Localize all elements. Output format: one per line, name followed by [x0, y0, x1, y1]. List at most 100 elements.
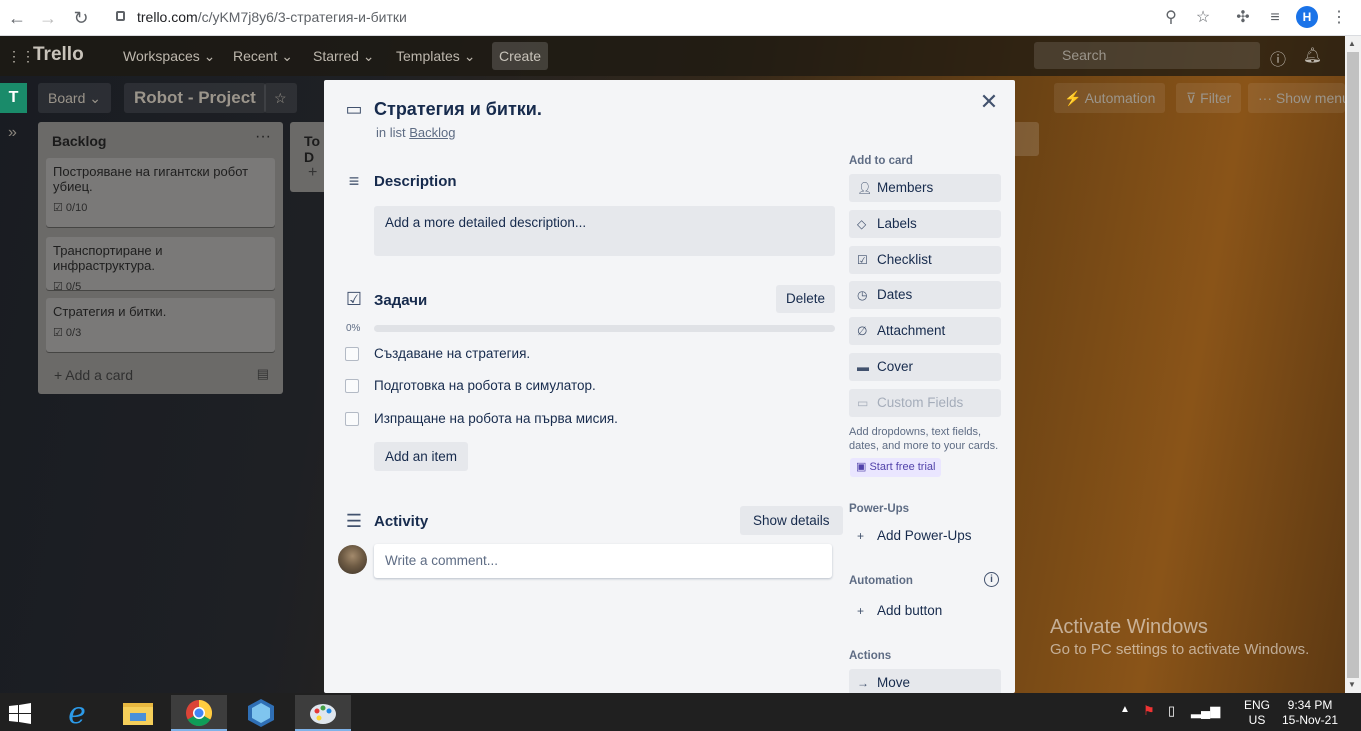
description-input[interactable]: Add a more detailed description... — [374, 206, 835, 256]
checklist-item-text[interactable]: Изпращане на робота на първа мисия. — [374, 411, 618, 426]
show-menu-button[interactable]: ··· Show menu — [1248, 83, 1345, 113]
board-view-switcher[interactable]: Board ⌄ — [38, 83, 111, 113]
show-details-button[interactable]: Show details — [740, 506, 843, 535]
bookmark-star-icon[interactable]: ☆ — [1192, 7, 1214, 29]
show-hidden-icons-icon[interactable]: ▲ — [1120, 704, 1130, 715]
start-free-trial-button[interactable]: ▣ Start free trial — [850, 458, 942, 477]
list-title[interactable]: Backlog — [52, 133, 106, 149]
attachment-button[interactable]: ∅ Attachment — [849, 317, 1001, 345]
checklist-button[interactable]: ☑ Checklist — [849, 246, 1001, 274]
dates-button[interactable]: ◷ Dates — [849, 281, 1001, 309]
menu-workspaces[interactable]: Workspaces ⌄ — [123, 48, 215, 65]
language-indicator[interactable]: ENG US — [1243, 698, 1271, 728]
custom-fields-button[interactable]: ▭ Custom Fields — [849, 389, 1001, 417]
activate-windows-watermark: Activate Windows Go to PC settings to ac… — [1050, 616, 1309, 658]
card-title[interactable]: Стратегия и битки. — [374, 99, 542, 120]
checklist-progress-percent: 0% — [346, 323, 361, 334]
cover-icon: ▬ — [857, 360, 869, 374]
lock-icon — [116, 11, 125, 21]
checklist-checkbox[interactable] — [345, 347, 359, 361]
reading-list-icon[interactable]: ≡ — [1264, 7, 1286, 29]
list-card[interactable]: Построяване на гигантски робот убиец. ☑ … — [46, 158, 275, 227]
chrome-icon[interactable] — [171, 695, 227, 731]
plus-icon: + — [857, 529, 865, 543]
workspace-badge[interactable]: T — [0, 83, 27, 113]
board-name[interactable]: Robot - Project — [124, 83, 266, 113]
card-detail-modal: ▭ Стратегия и битки. in list Backlog ✕ ≡… — [324, 80, 1015, 693]
checklist-item-text[interactable]: Създаване на стратегия. — [374, 346, 530, 361]
checklist-heading[interactable]: Задачи — [374, 292, 427, 309]
expand-sidebar-icon[interactable]: » — [8, 124, 17, 142]
url-path: /c/yKM7j8y6/3-стратегия-и-битки — [197, 9, 407, 25]
move-button[interactable]: → Move — [849, 669, 1001, 693]
file-explorer-icon[interactable] — [110, 695, 166, 731]
list-link[interactable]: Backlog — [409, 125, 455, 140]
list-card[interactable]: Стратегия и битки. ☑ 0/3 — [46, 298, 275, 352]
profile-avatar[interactable]: H — [1296, 6, 1318, 28]
comment-input[interactable]: Write a comment... — [374, 544, 832, 578]
powerups-heading: Power-Ups — [849, 503, 910, 515]
menu-recent[interactable]: Recent ⌄ — [233, 48, 293, 65]
info-icon[interactable]: ⓘ — [1270, 46, 1286, 70]
browser-menu-icon[interactable]: ⋮ — [1328, 7, 1350, 29]
notifications-bell-icon[interactable]: 🔔︎ — [1303, 46, 1322, 64]
menu-templates[interactable]: Templates ⌄ — [396, 48, 475, 65]
members-button[interactable]: 👤︎ Members — [849, 174, 1001, 202]
trello-logo[interactable]: Trello — [33, 44, 84, 66]
apps-grid-icon[interactable]: ⋮⋮ — [7, 48, 35, 65]
filter-button[interactable]: ⊽ Filter — [1176, 83, 1242, 113]
add-card-plus-icon[interactable]: + — [308, 164, 317, 182]
add-to-card-heading: Add to card — [849, 155, 913, 167]
search-input[interactable]: Search — [1034, 42, 1260, 69]
list-card[interactable]: Транспортиране и инфраструктура. ☑ 0/5 — [46, 237, 275, 293]
address-bar[interactable]: trello.com/c/yKM7j8y6/3-стратегия-и-битк… — [137, 9, 407, 25]
scrollbar-thumb[interactable] — [1347, 52, 1359, 678]
checklist-progress-bar — [374, 325, 835, 332]
create-button[interactable]: Create — [492, 42, 548, 70]
card-template-icon[interactable]: ▤ — [257, 366, 269, 382]
add-checklist-item-button[interactable]: Add an item — [374, 442, 469, 471]
action-center-flag-icon[interactable]: ⚑ — [1143, 703, 1155, 719]
in-list-label: in list Backlog — [376, 125, 456, 140]
internet-explorer-icon[interactable]: e — [49, 695, 105, 731]
add-card-button[interactable]: + Add a card — [54, 367, 133, 383]
cover-button[interactable]: ▬ Cover — [849, 353, 1001, 381]
menu-starred[interactable]: Starred ⌄ — [313, 48, 375, 65]
custom-fields-icon: ▭ — [857, 396, 869, 410]
volume-icon[interactable]: 🔈︎ — [1215, 703, 1223, 719]
scroll-up-arrow-icon[interactable]: ▲ — [1348, 39, 1356, 48]
url-host: trello.com — [137, 9, 198, 25]
windows-start-icon[interactable] — [0, 695, 40, 731]
delete-checklist-button[interactable]: Delete — [776, 285, 836, 313]
back-icon[interactable]: ← — [6, 7, 28, 29]
info-icon[interactable]: i — [984, 572, 999, 587]
add-button-button[interactable]: + Add button — [849, 597, 1001, 625]
add-powerups-button[interactable]: + Add Power-Ups — [849, 522, 1001, 550]
virtualbox-icon[interactable] — [233, 695, 289, 731]
list-menu-icon[interactable]: ··· — [255, 128, 271, 146]
paperclip-icon: ∅ — [857, 324, 868, 338]
checklist-checkbox[interactable] — [345, 379, 359, 393]
checklist-item-text[interactable]: Подготовка на робота в симулатор. — [374, 378, 596, 393]
reload-icon[interactable]: ↻ — [70, 7, 92, 29]
zoom-icon[interactable]: ⚲ — [1160, 7, 1182, 29]
user-avatar[interactable] — [338, 545, 367, 574]
card-title: Стратегия и битки. — [53, 304, 167, 319]
scroll-down-arrow-icon[interactable]: ▼ — [1348, 680, 1356, 689]
battery-icon[interactable]: ▯ — [1168, 703, 1175, 719]
star-board-icon[interactable]: ☆ — [264, 83, 297, 113]
paint-icon[interactable] — [295, 695, 351, 731]
labels-button[interactable]: ◇ Labels — [849, 210, 1001, 238]
person-icon: 👤︎ — [857, 181, 873, 195]
automation-button[interactable]: ⚡ Automation — [1054, 83, 1166, 113]
checklist-checkbox[interactable] — [345, 412, 359, 426]
extensions-icon[interactable]: ✣ — [1232, 7, 1254, 29]
watermark-title: Activate Windows — [1050, 616, 1208, 638]
checklist-badge: ☑ 0/3 — [53, 327, 82, 339]
clock[interactable]: 9:34 PM 15-Nov-21 — [1281, 698, 1339, 728]
watermark-subtitle: Go to PC settings to activate Windows. — [1050, 641, 1310, 658]
close-icon[interactable]: ✕ — [977, 89, 1001, 115]
add-list-area[interactable] — [1014, 122, 1039, 156]
checklist-icon: ☑ — [345, 289, 363, 309]
forward-icon[interactable]: → — [37, 7, 59, 29]
